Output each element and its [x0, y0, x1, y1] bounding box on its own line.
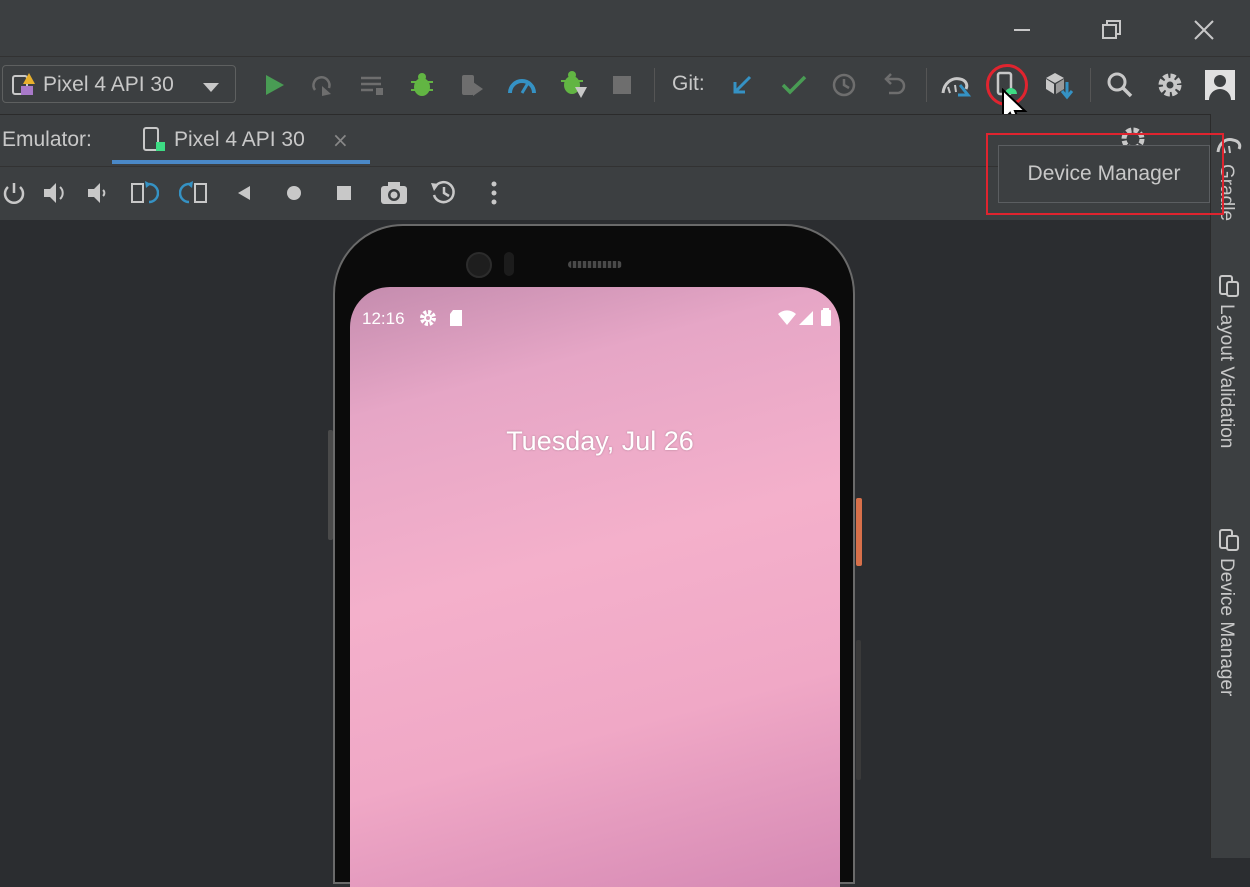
status-settings-icon: [419, 309, 437, 331]
title-bar: [0, 0, 1250, 56]
emulator-label: Emulator:: [2, 128, 92, 151]
toolbar-divider: [1090, 68, 1091, 102]
layout-validation-icon: [1218, 274, 1240, 302]
chevron-down-icon: [203, 78, 219, 97]
phone-side-button: [328, 430, 333, 540]
sdk-manager-icon[interactable]: [1042, 68, 1074, 102]
screenshot-icon[interactable]: [378, 176, 410, 210]
sync-gradle-icon[interactable]: [940, 68, 972, 102]
phone-power-button[interactable]: [856, 498, 862, 566]
git-update-icon[interactable]: [726, 68, 758, 102]
signal-icon: [798, 309, 814, 331]
attach-debugger-icon[interactable]: [456, 68, 488, 102]
search-icon[interactable]: [1104, 68, 1136, 102]
device-tab-icon: [142, 126, 168, 158]
debug-icon[interactable]: [406, 68, 438, 102]
status-sd-card-icon: [449, 309, 463, 331]
battery-icon: [820, 307, 832, 331]
more-icon[interactable]: [478, 176, 510, 210]
run-config-label: Pixel 4 API 30: [43, 73, 174, 96]
apply-code-changes-icon[interactable]: [356, 68, 388, 102]
lock-screen-date: Tuesday, Jul 26: [506, 426, 694, 456]
phone-screen[interactable]: [350, 287, 840, 887]
back-icon[interactable]: [228, 176, 260, 210]
wifi-icon: [777, 309, 797, 331]
account-icon[interactable]: [1204, 68, 1236, 102]
device-manager-tool-window[interactable]: Device Manager: [1215, 558, 1237, 696]
minimize-icon[interactable]: [1004, 12, 1040, 48]
phone-speaker: [568, 261, 622, 268]
git-history-icon[interactable]: [828, 68, 860, 102]
profile-icon[interactable]: [506, 68, 538, 102]
volume-up-icon[interactable]: [40, 176, 72, 210]
front-camera-icon: [466, 252, 492, 278]
restore-icon[interactable]: [1094, 12, 1130, 48]
git-rollback-icon[interactable]: [878, 68, 910, 102]
active-tab-indicator: [112, 160, 370, 164]
status-bar-time: 12:16: [362, 309, 405, 328]
device-manager-strip-icon: [1218, 528, 1240, 556]
tab-label: Pixel 4 API 30: [174, 128, 305, 151]
run-icon[interactable]: [258, 68, 290, 102]
phone-volume-button[interactable]: [856, 640, 861, 780]
rotate-left-icon[interactable]: [128, 176, 160, 210]
toolbar-divider: [926, 68, 927, 102]
stop-icon[interactable]: [606, 68, 638, 102]
volume-down-icon[interactable]: [82, 176, 114, 210]
home-icon[interactable]: [278, 176, 310, 210]
settings-icon[interactable]: [1154, 68, 1186, 102]
git-label: Git:: [672, 72, 705, 95]
toolbar-divider: [654, 68, 655, 102]
close-icon[interactable]: [1186, 12, 1222, 48]
tooltip-highlight-box: [986, 133, 1224, 215]
rotate-right-icon[interactable]: [178, 176, 210, 210]
overview-icon[interactable]: [328, 176, 360, 210]
apply-changes-icon[interactable]: [306, 68, 338, 102]
git-commit-icon[interactable]: [778, 68, 810, 102]
layout-validation-tool-window[interactable]: Layout Validation: [1215, 304, 1237, 448]
phone-sensor: [504, 252, 514, 276]
run-config-dropdown[interactable]: Pixel 4 API 30: [2, 65, 236, 103]
snapshot-icon[interactable]: [428, 176, 460, 210]
device-config-icon: [11, 72, 37, 102]
power-icon[interactable]: [0, 176, 30, 210]
tab-close-icon[interactable]: ×: [332, 128, 349, 152]
debug-attach-icon[interactable]: [558, 68, 590, 102]
